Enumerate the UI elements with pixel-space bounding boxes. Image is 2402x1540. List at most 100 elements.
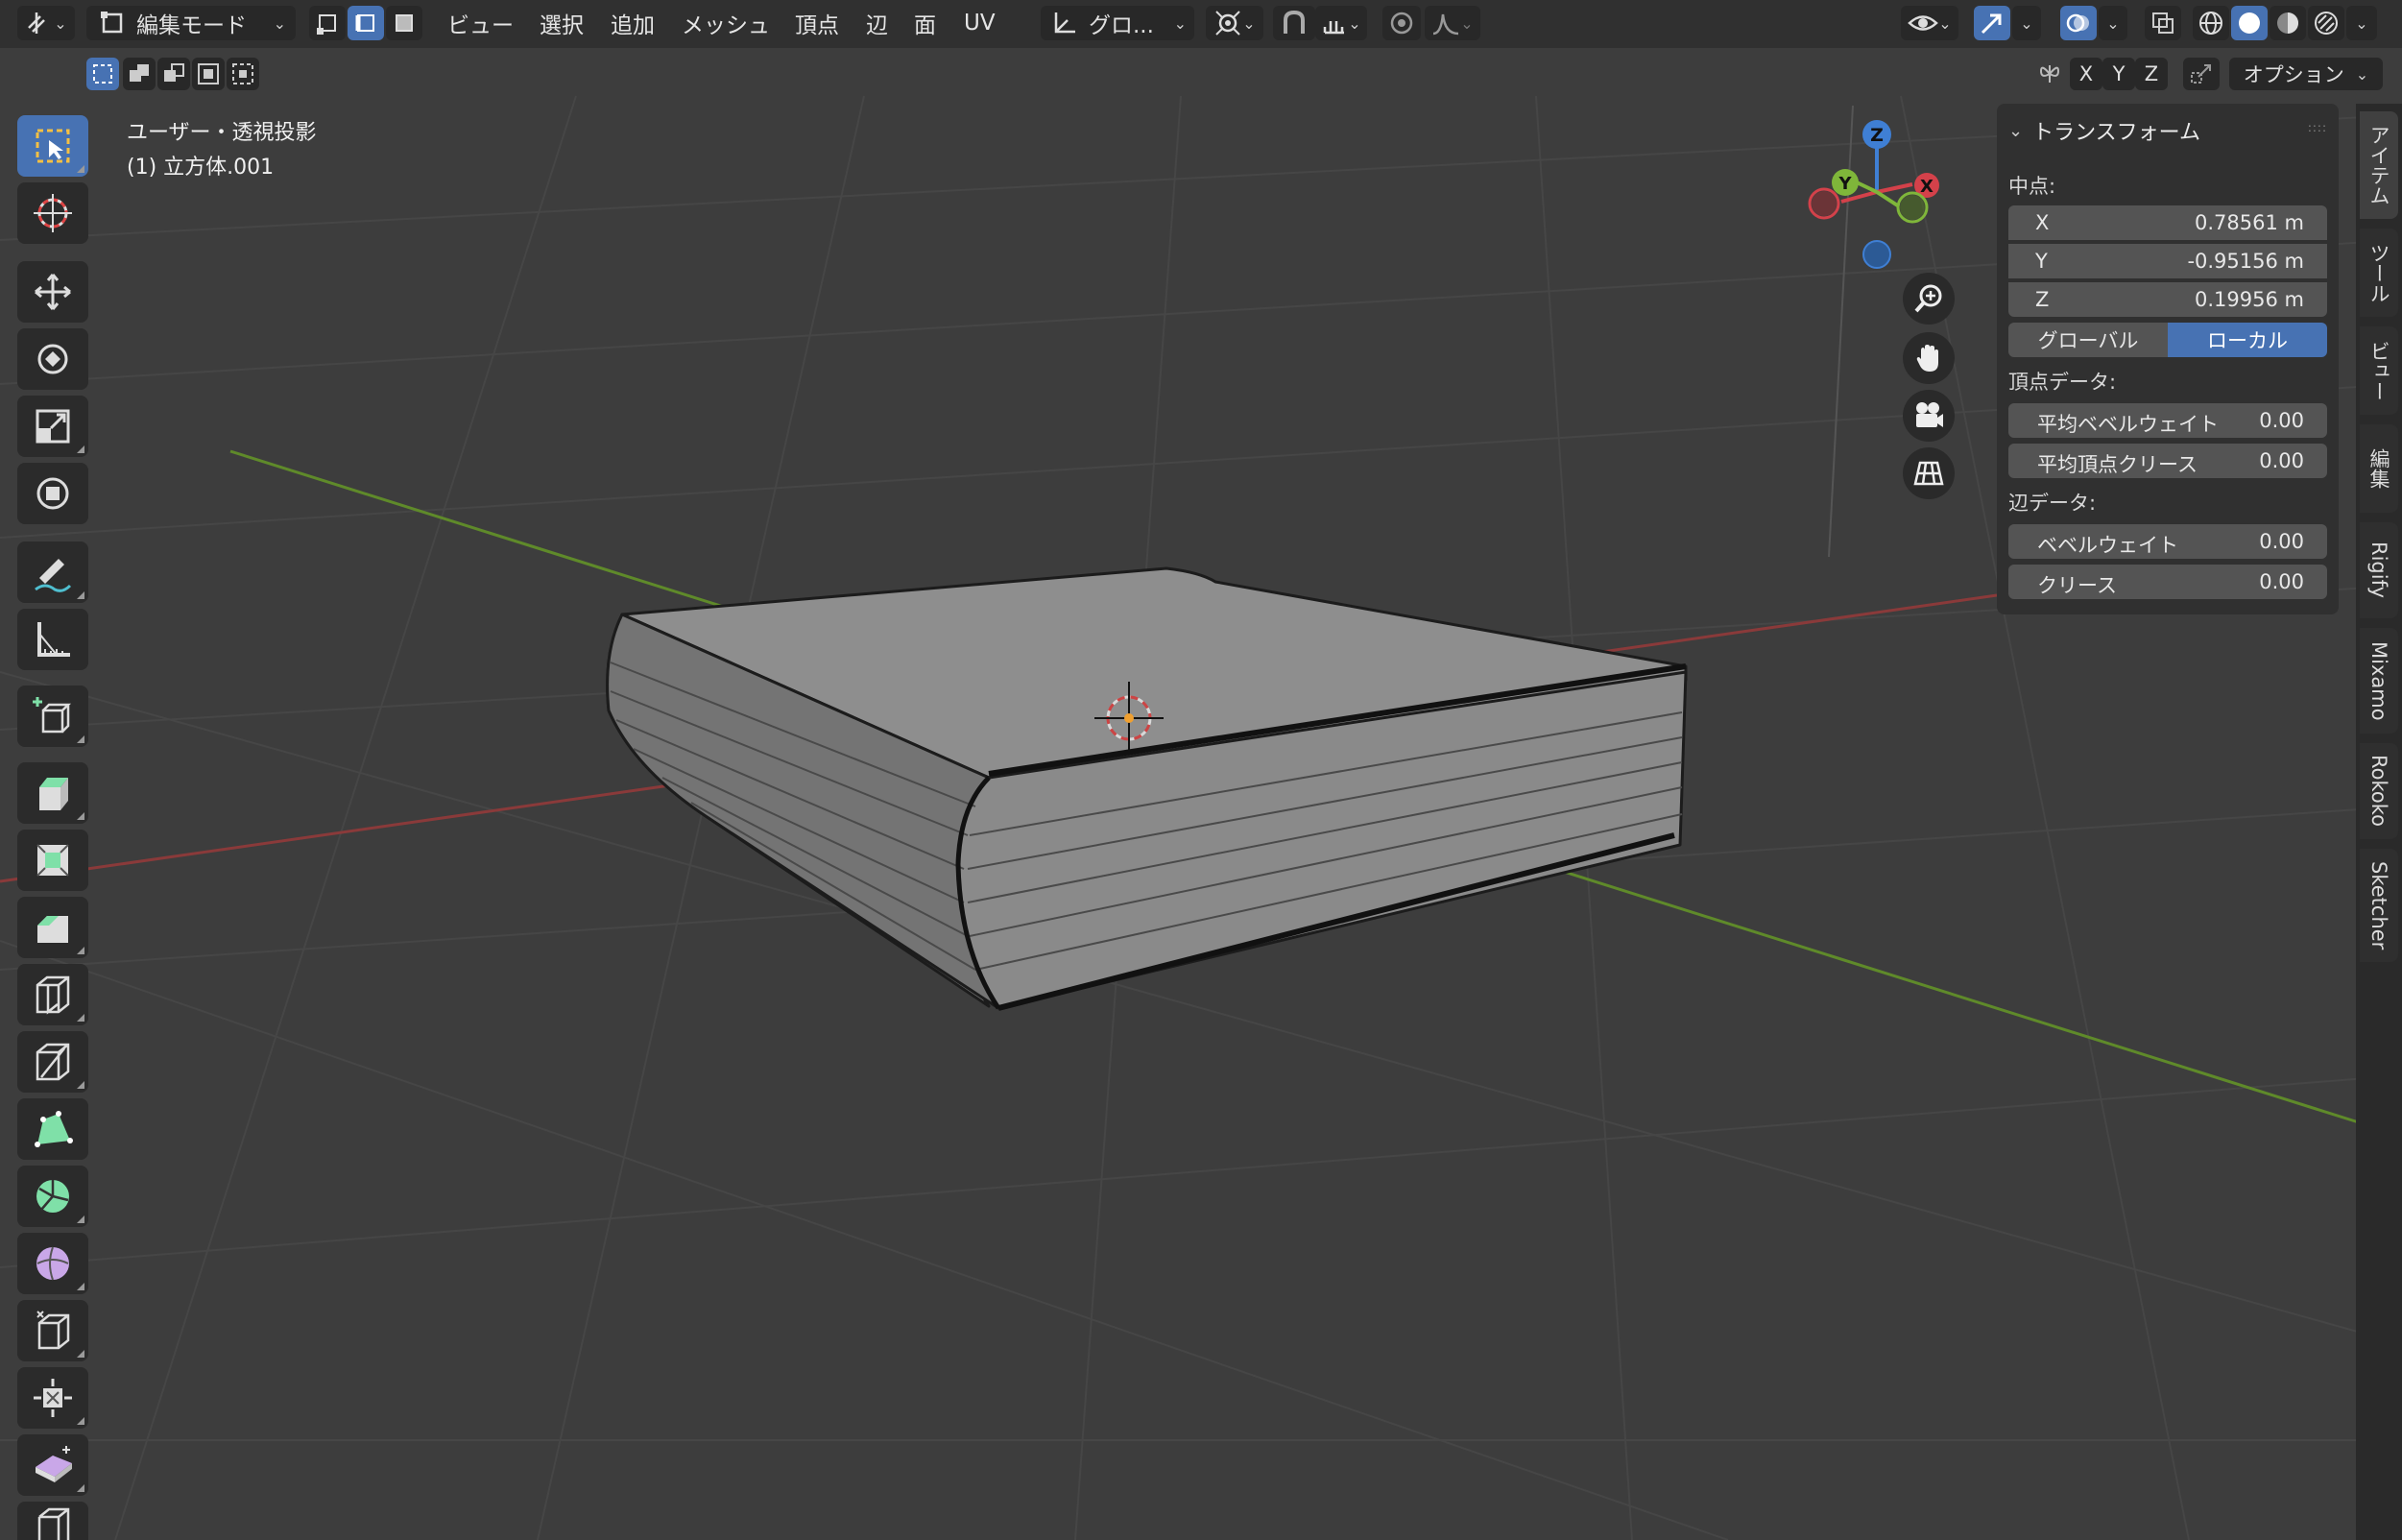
tool-rip-region[interactable]	[17, 1502, 88, 1540]
tool-cursor[interactable]	[17, 182, 88, 244]
tool-smooth[interactable]	[17, 1233, 88, 1294]
tool-edge-slide[interactable]	[17, 1300, 88, 1361]
editor-type-icon	[28, 12, 46, 34]
tool-extrude[interactable]	[17, 762, 88, 824]
mean-bevel-weight-field[interactable]: 平均ベベルウェイト 0.00	[2008, 403, 2327, 438]
tool-loop-cut[interactable]	[17, 964, 88, 1025]
auto-merge-toggle[interactable]	[2183, 58, 2220, 90]
snap-toggle[interactable]	[1273, 6, 1315, 40]
crease-field[interactable]: クリース 0.00	[2008, 565, 2327, 599]
auto-merge-icon	[2191, 64, 2211, 84]
show-overlays-toggle[interactable]	[2060, 6, 2097, 40]
select-new-button[interactable]	[86, 58, 119, 90]
overlays-dropdown[interactable]: ⌄	[2099, 6, 2127, 40]
perspective-toggle-button[interactable]	[1903, 447, 1955, 499]
tool-move[interactable]	[17, 261, 88, 323]
tab-item[interactable]: アイテム	[2360, 111, 2398, 219]
edge-select-mode-button[interactable]	[348, 6, 384, 40]
bevel-weight-field[interactable]: ベベルウェイト 0.00	[2008, 524, 2327, 559]
menu-vertex[interactable]: 頂点	[795, 8, 839, 38]
transform-panel-header[interactable]: ⌄ トランスフォーム ::::	[2008, 113, 2327, 148]
chevron-down-icon: ⌄	[54, 13, 67, 33]
camera-view-button[interactable]	[1903, 390, 1955, 442]
select-invert-button[interactable]	[192, 58, 225, 90]
svg-text:Z: Z	[1870, 125, 1884, 146]
menu-face[interactable]: 面	[914, 8, 936, 38]
menu-select[interactable]: 選択	[540, 8, 584, 38]
falloff-dropdown[interactable]: ⌄	[1425, 6, 1480, 40]
tool-transform[interactable]	[17, 463, 88, 524]
proportional-editing-toggle[interactable]	[1382, 6, 1421, 40]
select-subtract-button[interactable]	[157, 58, 190, 90]
drag-handle-icon[interactable]: ::::	[2308, 121, 2327, 134]
tool-add-cube[interactable]	[17, 686, 88, 747]
transform-orientation-dropdown[interactable]: グロ... ⌄	[1041, 6, 1194, 40]
global-toggle-button[interactable]: グローバル	[2008, 323, 2168, 357]
tool-rotate[interactable]	[17, 328, 88, 390]
tab-rokoko[interactable]: Rokoko	[2360, 743, 2398, 839]
show-gizmo-toggle[interactable]	[1974, 6, 2010, 40]
menu-add[interactable]: 追加	[611, 8, 655, 38]
median-x-field[interactable]: X 0.78561 m	[2008, 205, 2327, 240]
mean-vertex-crease-field[interactable]: 平均頂点クリース 0.00	[2008, 444, 2327, 478]
median-z-field[interactable]: Z 0.19956 m	[2008, 282, 2327, 317]
vertex-select-mode-button[interactable]	[309, 6, 346, 40]
shear-icon	[36, 1446, 72, 1482]
select-intersect-button[interactable]	[227, 58, 259, 90]
menu-edge[interactable]: 辺	[866, 8, 888, 38]
select-extend-button[interactable]	[123, 58, 156, 90]
proportional-edit-icon	[1390, 12, 1413, 35]
shading-dropdown[interactable]: ⌄	[2346, 6, 2377, 40]
face-select-mode-button[interactable]	[386, 6, 422, 40]
snap-increment-icon	[1324, 21, 1345, 35]
navigation-gizmo[interactable]: Z Y X	[1795, 115, 1939, 278]
tab-rigify[interactable]: Rigify	[2360, 522, 2398, 618]
tool-poly-build[interactable]	[17, 1098, 88, 1160]
tool-select-box[interactable]	[17, 115, 88, 177]
object-visibility-dropdown[interactable]: ⌄	[1901, 6, 1958, 40]
add-cube-icon	[33, 697, 72, 734]
mirror-z-toggle[interactable]: Z	[2135, 58, 2168, 90]
median-label: 中点:	[2008, 175, 2056, 198]
tool-annotate[interactable]	[17, 541, 88, 603]
tool-knife[interactable]	[17, 1031, 88, 1093]
gizmo-dropdown[interactable]: ⌄	[2012, 6, 2041, 40]
pan-button[interactable]	[1903, 332, 1955, 384]
tool-scale[interactable]	[17, 396, 88, 457]
tool-bevel[interactable]	[17, 897, 88, 958]
mirror-y-toggle[interactable]: Y	[2102, 58, 2135, 90]
mode-selector[interactable]: 編集モード ⌄	[86, 6, 296, 40]
view-name-label: ユーザー・透視投影	[127, 121, 317, 145]
tool-shrink-fatten[interactable]	[17, 1367, 88, 1429]
tab-sketcher[interactable]: Sketcher	[2360, 849, 2398, 962]
shading-wireframe-button[interactable]	[2193, 6, 2229, 40]
tool-shear[interactable]	[17, 1434, 88, 1496]
snap-target-dropdown[interactable]: ⌄	[1315, 6, 1367, 40]
menu-mesh[interactable]: メッシュ	[682, 8, 770, 38]
chevron-down-icon: ⌄	[1348, 13, 1361, 33]
options-dropdown[interactable]: オプション ⌄	[2229, 58, 2383, 90]
xray-toggle[interactable]	[2145, 6, 2181, 40]
median-y-field[interactable]: Y -0.95156 m	[2008, 244, 2327, 278]
editor-type-button[interactable]: ⌄	[17, 6, 75, 40]
menu-uv[interactable]: UV	[964, 8, 996, 38]
edge-select-icon	[355, 14, 374, 32]
spin-icon	[36, 1180, 69, 1213]
menu-view[interactable]: ビュー	[447, 8, 514, 38]
tool-spin[interactable]	[17, 1166, 88, 1227]
shading-material-button[interactable]	[2270, 6, 2306, 40]
shading-solid-button[interactable]	[2231, 6, 2268, 40]
local-toggle-button[interactable]: ローカル	[2168, 323, 2327, 357]
tool-inset[interactable]	[17, 830, 88, 891]
tool-measure[interactable]	[17, 609, 88, 670]
tab-mixamo[interactable]: Mixamo	[2360, 628, 2398, 734]
mirror-x-toggle[interactable]: X	[2070, 58, 2102, 90]
xray-icon	[2152, 12, 2174, 34]
chevron-down-icon: ⌄	[1460, 13, 1474, 33]
tab-edit[interactable]: 編集	[2360, 424, 2398, 513]
zoom-button[interactable]	[1903, 273, 1955, 325]
shading-rendered-button[interactable]	[2308, 6, 2344, 40]
tab-view[interactable]: ビュー	[2360, 326, 2398, 415]
pivot-point-dropdown[interactable]: ⌄	[1206, 6, 1263, 40]
tab-tool[interactable]: ツール	[2360, 229, 2398, 317]
